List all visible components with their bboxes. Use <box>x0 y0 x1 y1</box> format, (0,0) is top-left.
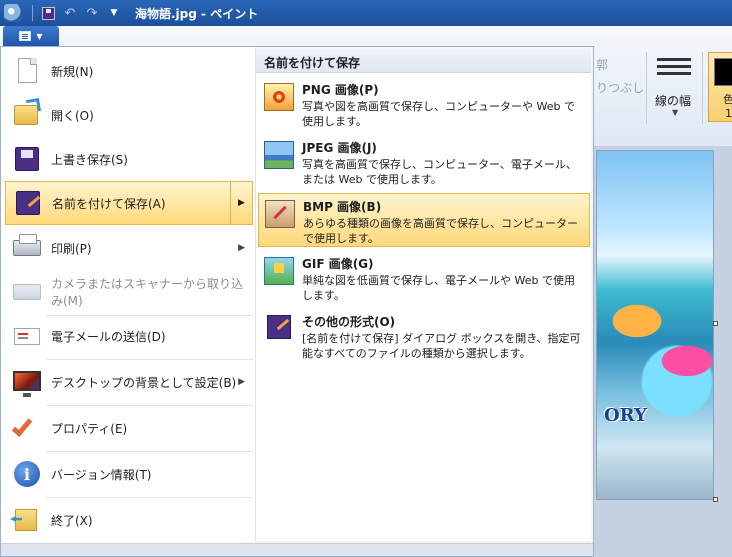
save-as-jpeg[interactable]: JPEG 画像(J) 写真を高画質で保存し、コンピューター、電子メール、または … <box>258 135 590 189</box>
paint-menu-button[interactable]: ▼ <box>3 26 59 46</box>
format-description: 単純な図を低画質で保存し、電子メールや Web で使用します。 <box>302 274 575 302</box>
menu-item-label: 終了(X) <box>51 513 93 528</box>
gif-image-icon <box>264 257 294 285</box>
format-title: その他の形式(O) <box>302 315 396 329</box>
format-title: JPEG 画像(J) <box>302 141 377 155</box>
ribbon-separator <box>702 52 703 124</box>
menu-item-save-as[interactable]: 名前を付けて保存(A) ▶ <box>5 181 253 225</box>
resize-handle-corner[interactable] <box>713 497 718 502</box>
title-bar: ↶ ↷ ▼ 海物語.jpg - ペイント <box>0 0 732 26</box>
color1-button[interactable]: 色 1 <box>708 52 732 122</box>
format-title: BMP 画像(B) <box>303 200 382 214</box>
paint-app-icon[interactable] <box>4 4 22 22</box>
menu-item-label: バージョン情報(T) <box>51 467 152 482</box>
png-image-icon <box>264 83 294 111</box>
menu-item-label: 開く(O) <box>51 108 94 123</box>
chevron-right-icon: ▶ <box>238 243 245 253</box>
quick-access-dropdown[interactable]: ▼ <box>105 5 123 21</box>
format-title: GIF 画像(G) <box>302 257 374 271</box>
menu-item-label: 名前を付けて保存(A) <box>52 196 166 211</box>
color1-swatch <box>714 58 732 86</box>
open-folder-icon <box>11 99 43 131</box>
save-as-gif[interactable]: GIF 画像(G) 単純な図を低画質で保存し、電子メールや Web で使用します… <box>258 251 590 305</box>
undo-button[interactable]: ↶ <box>61 5 79 21</box>
save-as-header: 名前を付けて保存 <box>256 49 591 73</box>
color1-label: 色 <box>723 93 732 106</box>
menu-item-print[interactable]: 印刷(P) ▶ <box>5 226 253 270</box>
format-description: あらゆる種類の画像を高画質で保存し、コンピューターで使用します。 <box>303 217 578 245</box>
chevron-right-icon[interactable]: ▶ <box>230 182 252 224</box>
dropdown-icon: ▼ <box>110 8 118 18</box>
jpeg-image-icon <box>264 141 294 169</box>
menu-item-import-camera[interactable]: カメラまたはスキャナーから取り込み(M) <box>5 270 253 314</box>
menu-item-label: 新規(N) <box>51 64 94 79</box>
ribbon-separator <box>646 52 647 124</box>
menu-item-open[interactable]: 開く(O) <box>5 93 253 137</box>
app-menu: 新規(N) 開く(O) 上書き保存(S) 名前を付けて保存(A) ▶ 印刷(P)… <box>0 46 594 557</box>
app-menu-footer <box>1 543 593 556</box>
exit-icon <box>11 504 43 536</box>
menu-item-label: 印刷(P) <box>51 241 92 256</box>
format-description: [名前を付けて保存] ダイアログ ボックスを開き、指定可能なすべてのファイルの種… <box>302 332 581 360</box>
ribbon-outline-label[interactable]: 郭 <box>596 56 608 73</box>
save-as-submenu: 名前を付けて保存 PNG 画像(P) 写真や図を高画質で保存し、コンピューターや… <box>255 49 591 541</box>
menu-item-label: デスクトップの背景として設定(B) <box>51 375 237 390</box>
menu-icon <box>19 31 32 41</box>
format-description: 写真や図を高画質で保存し、コンピューターや Web で使用します。 <box>302 100 575 128</box>
menu-item-label: 電子メールの送信(D) <box>51 329 166 344</box>
bmp-image-icon <box>265 200 295 228</box>
menu-item-about[interactable]: i バージョン情報(T) <box>5 452 253 496</box>
image-logo-text: ORY <box>604 405 647 426</box>
email-icon <box>11 320 43 352</box>
format-description: 写真を高画質で保存し、コンピューター、電子メール、または Web で使用します。 <box>302 158 577 186</box>
save-as-other-formats[interactable]: その他の形式(O) [名前を付けて保存] ダイアログ ボックスを開き、指定可能な… <box>258 309 590 363</box>
redo-button[interactable]: ↷ <box>83 5 101 21</box>
menu-item-send-email[interactable]: 電子メールの送信(D) <box>5 314 253 358</box>
save-as-bmp[interactable]: BMP 画像(B) あらゆる種類の画像を高画質で保存し、コンピューターで使用しま… <box>258 193 590 247</box>
save-icon <box>41 6 55 20</box>
menu-item-label: カメラまたはスキャナーから取り込み(M) <box>51 277 244 308</box>
line-width-label[interactable]: 線の幅 <box>655 92 691 109</box>
canvas-image[interactable] <box>596 150 714 500</box>
save-as-icon <box>12 187 44 219</box>
desktop-icon <box>11 366 43 398</box>
redo-icon: ↷ <box>86 5 98 21</box>
menu-item-label: 上書き保存(S) <box>51 152 128 167</box>
save-as-icon <box>267 315 291 339</box>
menu-item-label: プロパティ(E) <box>51 421 128 436</box>
color1-number: 1 <box>725 107 732 120</box>
menu-item-new[interactable]: 新規(N) <box>5 49 253 93</box>
window-title: 海物語.jpg - ペイント <box>135 6 259 21</box>
app-menu-commands: 新規(N) 開く(O) 上書き保存(S) 名前を付けて保存(A) ▶ 印刷(P)… <box>1 47 255 543</box>
save-as-png[interactable]: PNG 画像(P) 写真や図を高画質で保存し、コンピューターや Web で使用し… <box>258 77 590 131</box>
line-width-icon[interactable] <box>657 58 691 80</box>
ribbon-fill-label[interactable]: りつぶし <box>596 79 644 96</box>
format-title: PNG 画像(P) <box>302 83 379 97</box>
printer-icon <box>11 232 43 264</box>
resize-handle-right[interactable] <box>713 321 718 326</box>
menu-item-properties[interactable]: プロパティ(E) <box>5 406 253 450</box>
checkmark-icon <box>11 412 43 444</box>
save-icon <box>11 143 43 175</box>
line-width-caret-icon[interactable]: ▼ <box>672 108 678 117</box>
info-icon: i <box>11 458 43 490</box>
quick-access-separator <box>32 5 33 21</box>
menu-item-save[interactable]: 上書き保存(S) <box>5 137 253 181</box>
menu-item-exit[interactable]: 終了(X) <box>5 498 253 542</box>
undo-icon: ↶ <box>64 5 76 21</box>
quick-save-button[interactable] <box>39 5 57 21</box>
chevron-down-icon: ▼ <box>36 31 43 41</box>
camera-scanner-icon <box>11 276 43 308</box>
new-file-icon <box>11 55 43 87</box>
menu-item-set-desktop-background[interactable]: デスクトップの背景として設定(B) ▶ <box>5 360 253 404</box>
chevron-right-icon: ▶ <box>238 377 245 387</box>
